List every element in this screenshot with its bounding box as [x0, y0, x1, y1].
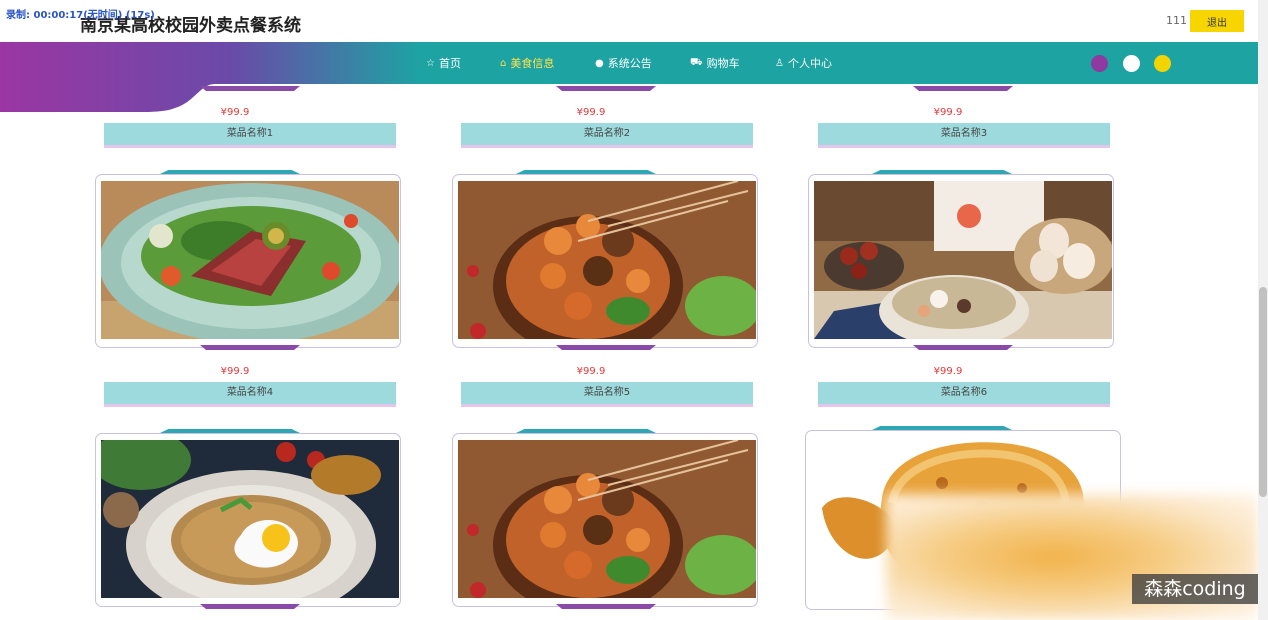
- card-frame-top-tab: [516, 429, 656, 433]
- nav-home-label: 首页: [438, 57, 461, 70]
- nav-cart[interactable]: ⛟ 购物车: [690, 55, 740, 71]
- food-name-bar[interactable]: 菜品名称4: [104, 382, 396, 407]
- dot-icon: ●: [595, 57, 604, 69]
- nav-wave-decoration: [0, 42, 420, 112]
- page-scrollbar-thumb[interactable]: [1259, 287, 1267, 497]
- card-frame-top-tab: [160, 170, 300, 174]
- star-icon: ☆: [426, 57, 435, 69]
- card-frame-top-tab: [516, 170, 656, 174]
- theme-swatch-yellow[interactable]: [1154, 55, 1171, 72]
- nav-user-center-label: 个人中心: [787, 57, 832, 70]
- recording-overlay: 录制: 00:00:17(无时间) (17s): [6, 10, 155, 21]
- food-name-bar[interactable]: 菜品名称3: [818, 123, 1110, 148]
- card-frame-bottom-tab: [913, 86, 1013, 91]
- nav-cart-label: 购物车: [706, 57, 740, 70]
- food-price: ¥99.9: [933, 366, 963, 377]
- theme-swatch-purple[interactable]: [1091, 55, 1108, 72]
- food-image-grilled-skewers[interactable]: [458, 181, 756, 339]
- food-name-bar[interactable]: 菜品名称6: [818, 382, 1110, 407]
- food-price: ¥99.9: [220, 366, 250, 377]
- food-price: ¥99.9: [933, 107, 963, 118]
- food-image-fried-rice[interactable]: [101, 440, 399, 598]
- food-image-grilled-skewers[interactable]: [458, 440, 756, 598]
- food-image-steak-salad[interactable]: [101, 181, 399, 339]
- card-frame-bottom-tab: [556, 86, 656, 91]
- theme-swatch-white[interactable]: [1123, 55, 1140, 72]
- card-frame-bottom-tab: [200, 345, 300, 350]
- nav-home[interactable]: ☆ 首页: [426, 55, 461, 71]
- nav-announcements[interactable]: ● 系统公告: [595, 55, 652, 71]
- nav-announcements-label: 系统公告: [607, 57, 652, 70]
- card-frame-bottom-tab: [200, 86, 300, 91]
- card-frame-bottom-tab: [556, 345, 656, 350]
- watermark: 森森coding: [1132, 574, 1258, 604]
- card-frame-bottom-tab: [913, 345, 1013, 350]
- food-price: ¥99.9: [576, 107, 606, 118]
- user-icon: ♙: [775, 57, 784, 69]
- food-name-bar[interactable]: 菜品名称1: [104, 123, 396, 148]
- nav-user-center[interactable]: ♙ 个人中心: [775, 55, 832, 71]
- food-image-soup-with-eggs[interactable]: [814, 181, 1112, 339]
- card-frame-bottom-tab: [556, 604, 656, 609]
- logout-button[interactable]: 退出: [1190, 10, 1244, 32]
- username[interactable]: 111: [1166, 14, 1187, 27]
- card-frame-bottom-tab: [200, 604, 300, 609]
- card-frame-top-tab: [872, 170, 1012, 174]
- nav-food-info-label: 美食信息: [510, 57, 555, 70]
- bag-icon: ⌂: [500, 57, 507, 69]
- cart-icon: ⛟: [690, 56, 703, 68]
- card-frame-top-tab: [872, 426, 1012, 430]
- food-price: ¥99.9: [576, 366, 606, 377]
- card-frame-top-tab: [160, 429, 300, 433]
- food-name-bar[interactable]: 菜品名称2: [461, 123, 753, 148]
- nav-food-info[interactable]: ⌂ 美食信息: [500, 55, 554, 71]
- food-price: ¥99.9: [220, 107, 250, 118]
- food-name-bar[interactable]: 菜品名称5: [461, 382, 753, 407]
